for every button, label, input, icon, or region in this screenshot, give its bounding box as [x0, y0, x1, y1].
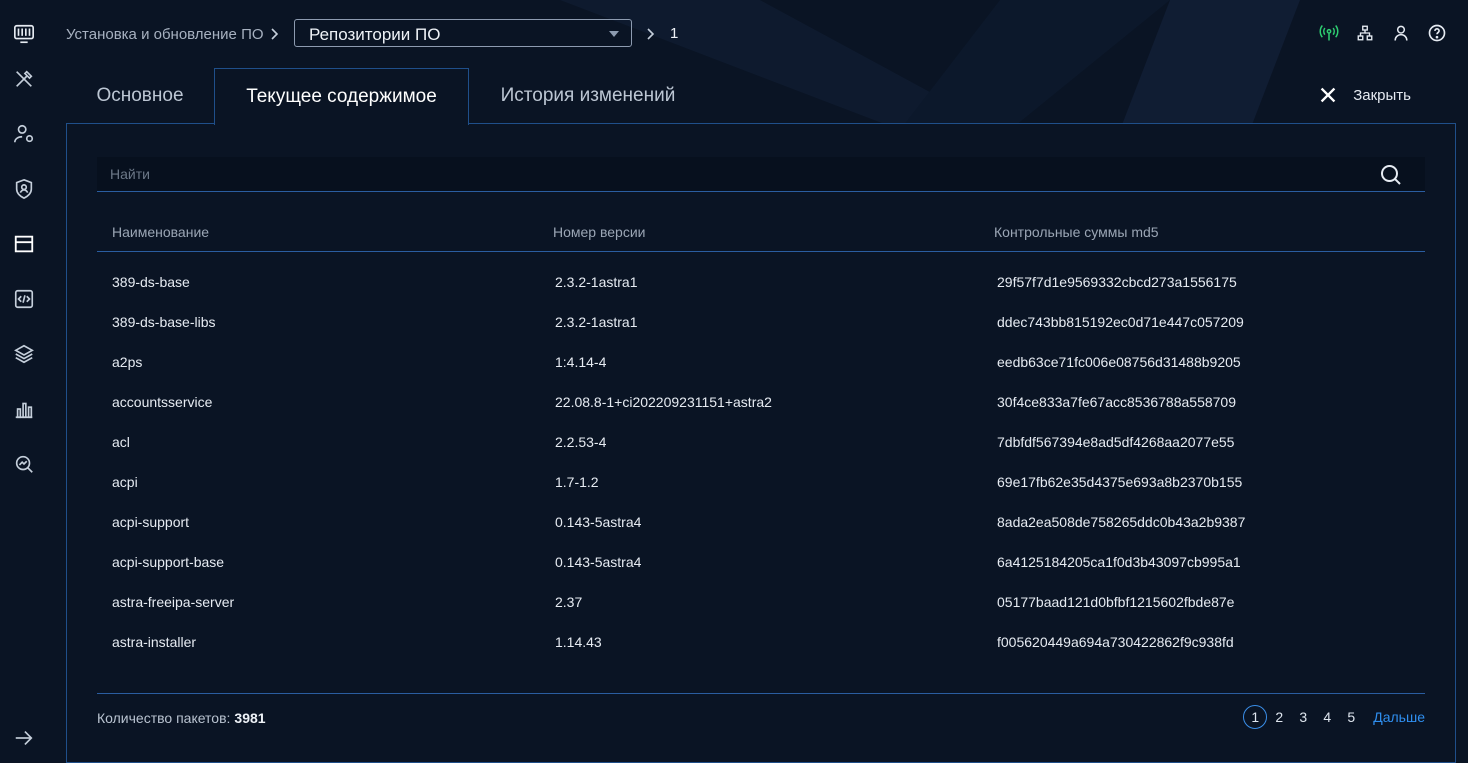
search-input[interactable]: [97, 157, 1367, 191]
cell-name: 389-ds-base-libs: [112, 314, 216, 330]
table-row[interactable]: acl 2.2.53-4 7dbfdf567394e8ad5df4268aa2077…: [97, 422, 1425, 462]
tools-icon[interactable]: [10, 65, 38, 93]
page-button-current[interactable]: 1: [1243, 705, 1268, 729]
close-label: Закрыть: [1353, 86, 1411, 104]
search-chart-icon[interactable]: [10, 450, 38, 478]
sidebar: [0, 0, 48, 757]
cell-version: 2.3.2-1astra1: [555, 274, 638, 290]
search-bar: [97, 157, 1425, 192]
cell-name: acpi: [112, 474, 138, 490]
next-page-link[interactable]: Дальше: [1373, 709, 1425, 725]
cell-name: accountsservice: [112, 394, 213, 410]
column-header-version[interactable]: Номер версии: [553, 224, 645, 240]
cell-md5: 30f4ce833a7fe67acc8536788a558709: [997, 394, 1237, 410]
arrow-right-icon[interactable]: [10, 724, 38, 752]
cell-version: 2.2.53-4: [555, 434, 607, 450]
cell-version: 0.143-5astra4: [555, 514, 642, 530]
code-file-icon[interactable]: [10, 285, 38, 313]
cell-version: 1.14.43: [555, 634, 602, 650]
package-count: Количество пакетов: 3981: [97, 710, 266, 726]
chevron-right-icon: [271, 28, 279, 40]
user-icon[interactable]: [1390, 22, 1412, 44]
cell-name: acl: [112, 434, 130, 450]
topbar: Установка и обновление ПО Репозитории ПО…: [66, 18, 1448, 50]
page-button[interactable]: 2: [1267, 705, 1291, 729]
cell-name: a2ps: [112, 354, 143, 370]
package-count-label: Количество пакетов:: [97, 710, 231, 726]
pagination: 1 2 3 4 5 Дальше: [1243, 705, 1425, 729]
package-count-value: 3981: [234, 710, 266, 726]
cell-version: 1:4.14-4: [555, 354, 607, 370]
table-row[interactable]: acpi-support-base 0.143-5astra4 6a41251842…: [97, 542, 1425, 582]
cell-name: 389-ds-base: [112, 274, 190, 290]
table-row[interactable]: acpi-support 0.143-5astra4 8ada2ea508de758…: [97, 502, 1425, 542]
cell-md5: 6a4125184205ca1f0d3b43097cb995a1: [997, 554, 1241, 570]
close-icon: [1320, 87, 1336, 103]
repository-select-value: Репозитории ПО: [309, 25, 441, 44]
cell-md5: 8ada2ea508de758265ddc0b43a2b9387: [997, 514, 1246, 530]
chevron-right-icon: [647, 28, 655, 40]
table-row[interactable]: astra-freeipa-server 2.37 05177baad121d0bf…: [97, 582, 1425, 622]
page-button[interactable]: 5: [1339, 705, 1363, 729]
table-row[interactable]: 389-ds-base 2.3.2-1astra1 29f57f7d1e956933…: [97, 262, 1425, 302]
help-icon[interactable]: [1426, 22, 1448, 44]
cell-version: 1.7-1.2: [555, 474, 599, 490]
shield-user-icon[interactable]: [10, 175, 38, 203]
tab-main[interactable]: Основное: [66, 68, 214, 124]
close-button[interactable]: Закрыть: [1317, 84, 1411, 106]
breadcrumb-root[interactable]: Установка и обновление ПО: [66, 26, 264, 43]
window-icon[interactable]: [10, 230, 38, 258]
table-row[interactable]: 389-ds-base-libs 2.3.2-1astra1 ddec743bb81…: [97, 302, 1425, 342]
topbar-actions: [1318, 22, 1448, 44]
cell-name: acpi-support: [112, 514, 190, 530]
antenna-icon[interactable]: [1318, 22, 1340, 44]
search-icon[interactable]: [1379, 163, 1403, 187]
table-row[interactable]: accountsservice 22.08.8-1+ci202209231151+…: [97, 382, 1425, 422]
network-icon[interactable]: [1354, 22, 1376, 44]
user-settings-icon[interactable]: [10, 120, 38, 148]
column-header-name[interactable]: Наименование: [112, 224, 209, 240]
page-button[interactable]: 4: [1315, 705, 1339, 729]
cell-name: acpi-support-base: [112, 554, 225, 570]
cell-name: astra-installer: [112, 634, 197, 650]
table-footer: Количество пакетов: 3981 1 2 3 4 5 Дальше: [97, 693, 1425, 744]
cell-version: 2.37: [555, 594, 583, 610]
cell-md5: 05177baad121d0bfbf1215602fbde87e: [997, 594, 1235, 610]
table-row[interactable]: astra-installer 1.14.43 f005620449a694a730…: [97, 622, 1425, 662]
repository-select[interactable]: Репозитории ПО: [294, 19, 632, 47]
table-row[interactable]: a2ps 1:4.14-4 eedb63ce71fc006e08756d31488b…: [97, 342, 1425, 382]
cell-md5: eedb63ce71fc006e08756d31488b9205: [997, 354, 1241, 370]
table-body: 389-ds-base 2.3.2-1astra1 29f57f7d1e956933…: [97, 262, 1425, 662]
caret-down-icon: [609, 31, 619, 37]
table-row[interactable]: acpi 1.7-1.2 69e17fb62e35d4375e693a8b2370b…: [97, 462, 1425, 502]
breadcrumb-leaf: 1: [670, 25, 679, 42]
cell-md5: 69e17fb62e35d4375e693a8b2370b155: [997, 474, 1243, 490]
cell-version: 2.3.2-1astra1: [555, 314, 638, 330]
layers-icon[interactable]: [10, 340, 38, 368]
cell-md5: 7dbfdf567394e8ad5df4268aa2077e55: [997, 434, 1235, 450]
cell-md5: ddec743bb815192ec0d71e447c057209: [997, 314, 1244, 330]
cell-md5: f005620449a694a730422862f9c938fd: [997, 634, 1234, 650]
cell-name: astra-freeipa-server: [112, 594, 235, 610]
table-header: Наименование Номер версии Контрольные су…: [97, 220, 1425, 252]
cell-version: 22.08.8-1+ci202209231151+astra2: [555, 394, 772, 410]
column-header-md5[interactable]: Контрольные суммы md5: [994, 224, 1159, 240]
tab-history[interactable]: История изменений: [469, 68, 707, 124]
bar-chart-icon[interactable]: [10, 395, 38, 423]
tab-current-content[interactable]: Текущее содержимое: [214, 68, 469, 125]
cell-md5: 29f57f7d1e9569332cbcd273a1556175: [997, 274, 1237, 290]
monitor-icon[interactable]: [10, 20, 38, 48]
content-panel: Наименование Номер версии Контрольные су…: [66, 123, 1456, 763]
cell-version: 0.143-5astra4: [555, 554, 642, 570]
page-button[interactable]: 3: [1291, 705, 1315, 729]
